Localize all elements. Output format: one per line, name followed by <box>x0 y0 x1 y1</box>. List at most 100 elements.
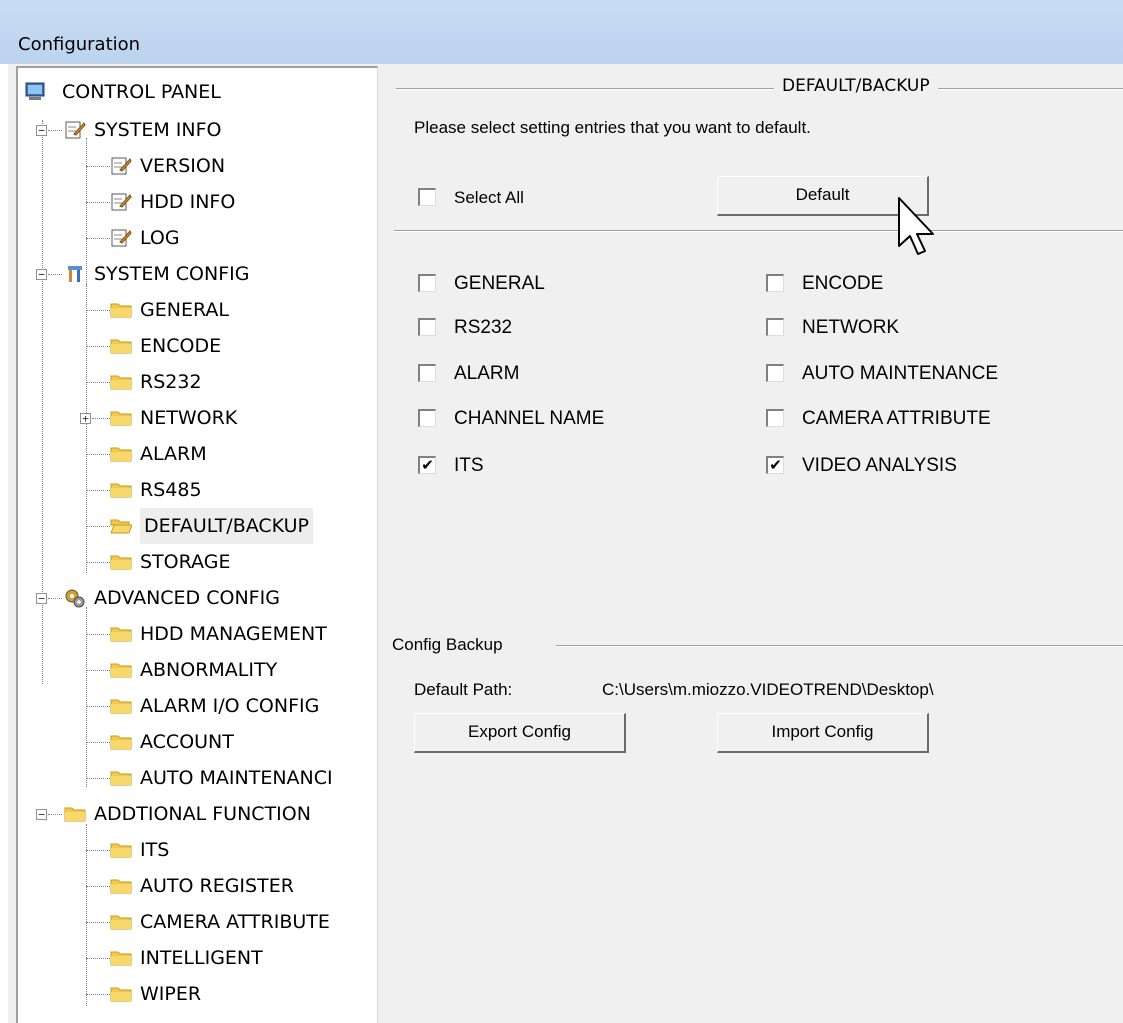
folder-icon <box>110 948 132 966</box>
tree-line <box>86 166 110 167</box>
config-backup-groupbox <box>556 645 1123 647</box>
checkbox-box[interactable] <box>766 318 784 336</box>
tree-line <box>48 130 62 131</box>
tree-line <box>86 958 110 959</box>
checkbox-box[interactable] <box>766 409 784 427</box>
checkbox-box[interactable] <box>418 409 436 427</box>
folder-icon <box>110 732 132 750</box>
checkbox-encode[interactable]: ENCODE <box>766 272 1096 296</box>
tree-line <box>86 490 110 491</box>
checkbox-auto-maintenance[interactable]: AUTO MAINTENANCE <box>766 362 1106 386</box>
checkbox-box[interactable] <box>418 188 436 206</box>
checkbox-video-analysis[interactable]: ✔ VIDEO ANALYSIS <box>766 454 1106 478</box>
window-title: Configuration <box>18 34 141 55</box>
default-path-label: Default Path: <box>414 680 513 699</box>
default-backup-groupbox <box>396 88 1123 90</box>
export-config-button[interactable]: Export Config <box>414 713 626 753</box>
collapse-toggle[interactable]: − <box>36 593 47 604</box>
tree-line <box>86 670 110 671</box>
tools-icon <box>64 264 86 282</box>
tree-line <box>92 418 110 419</box>
checkbox-box[interactable]: ✔ <box>418 456 436 474</box>
tree-line <box>86 742 110 743</box>
tree-node-label: SYSTEM CONFIG <box>94 263 250 285</box>
tree-node-label: AUTO MAINTENANCI <box>140 767 333 789</box>
expand-toggle[interactable]: + <box>80 413 91 424</box>
open-folder-icon <box>110 516 132 534</box>
arrow-cursor-icon <box>897 196 939 264</box>
select-all-checkbox[interactable]: Select All <box>418 186 618 210</box>
tree-line <box>86 382 110 383</box>
tree-line <box>86 283 87 573</box>
checkbox-box[interactable] <box>418 318 436 336</box>
checkbox-camera-attribute[interactable]: CAMERA ATTRIBUTE <box>766 407 1106 431</box>
tree-node-label: GENERAL <box>140 299 229 321</box>
tree-line <box>86 138 87 286</box>
tree-node-label: ADVANCED CONFIG <box>94 587 280 609</box>
folder-icon <box>110 840 132 858</box>
folder-icon <box>110 480 132 498</box>
tree-node-label: ADDTIONAL FUNCTION <box>94 803 311 825</box>
checkbox-its[interactable]: ✔ ITS <box>418 454 718 478</box>
gears-icon <box>64 588 86 608</box>
tree-line <box>48 814 62 815</box>
folder-icon <box>110 660 132 678</box>
folder-icon <box>110 768 132 786</box>
tree-node-label: AUTO REGISTER <box>140 875 294 897</box>
folder-icon <box>110 912 132 930</box>
notepad-icon <box>64 120 86 139</box>
folder-icon <box>64 804 86 822</box>
checkbox-channel-name[interactable]: CHANNEL NAME <box>418 407 718 431</box>
collapse-toggle[interactable]: − <box>36 269 47 280</box>
tree-line <box>86 886 110 887</box>
checkbox-label: ITS <box>454 455 484 476</box>
collapse-toggle[interactable]: − <box>36 125 47 136</box>
tree-node-label: ITS <box>140 839 170 861</box>
tree-line <box>86 562 110 563</box>
folder-icon <box>110 336 132 354</box>
tree-node-label: SYSTEM INFO <box>94 119 222 141</box>
checkbox-label: Select All <box>454 188 524 207</box>
checkbox-network[interactable]: NETWORK <box>766 316 1096 340</box>
checkbox-label: RS232 <box>454 317 513 338</box>
checkbox-label: GENERAL <box>454 273 545 294</box>
checkbox-box[interactable] <box>766 274 784 292</box>
checkbox-label: ENCODE <box>802 273 884 294</box>
import-config-button[interactable]: Import Config <box>717 713 929 753</box>
tree-node-label: ABNORMALITY <box>140 659 278 681</box>
folder-icon <box>110 372 132 390</box>
collapse-toggle[interactable]: − <box>36 809 47 820</box>
tree-line <box>48 598 62 599</box>
checkbox-box[interactable]: ✔ <box>766 456 784 474</box>
tree-line <box>86 310 110 311</box>
checkbox-box[interactable] <box>766 364 784 382</box>
tree-line <box>86 346 110 347</box>
folder-icon <box>110 696 132 714</box>
config-backup-title: Config Backup <box>392 635 503 654</box>
folder-icon <box>110 300 132 318</box>
tree-node-label: VERSION <box>140 155 226 177</box>
tree-line <box>86 778 110 779</box>
folder-icon <box>110 408 132 426</box>
checkbox-alarm[interactable]: ALARM <box>418 362 718 386</box>
folder-icon <box>110 984 132 1002</box>
checkbox-general[interactable]: GENERAL <box>418 272 718 296</box>
tree-line <box>86 706 110 707</box>
tree-node-label: STORAGE <box>140 551 231 573</box>
checkbox-box[interactable] <box>418 364 436 382</box>
checkbox-label: CHANNEL NAME <box>454 408 605 429</box>
config-tree[interactable]: CONTROL PANEL − SYSTEM INFO VERSION HDD … <box>16 66 378 1023</box>
tree-node-label: CONTROL PANEL <box>62 81 221 103</box>
tree-line <box>86 526 110 527</box>
checkbox-label: CAMERA ATTRIBUTE <box>802 408 991 429</box>
checkbox-rs232[interactable]: RS232 <box>418 316 718 340</box>
default-backup-title: DEFAULT/BACKUP <box>774 76 938 96</box>
tree-node-label: ALARM <box>140 443 207 465</box>
checkbox-label: AUTO MAINTENANCE <box>802 363 999 384</box>
checkbox-box[interactable] <box>418 274 436 292</box>
tree-line <box>86 454 110 455</box>
notepad-icon <box>110 156 132 175</box>
checkbox-label: ALARM <box>454 363 520 384</box>
tree-node-label: HDD MANAGEMENT <box>140 623 327 645</box>
tree-node-label: NETWORK <box>140 407 238 429</box>
